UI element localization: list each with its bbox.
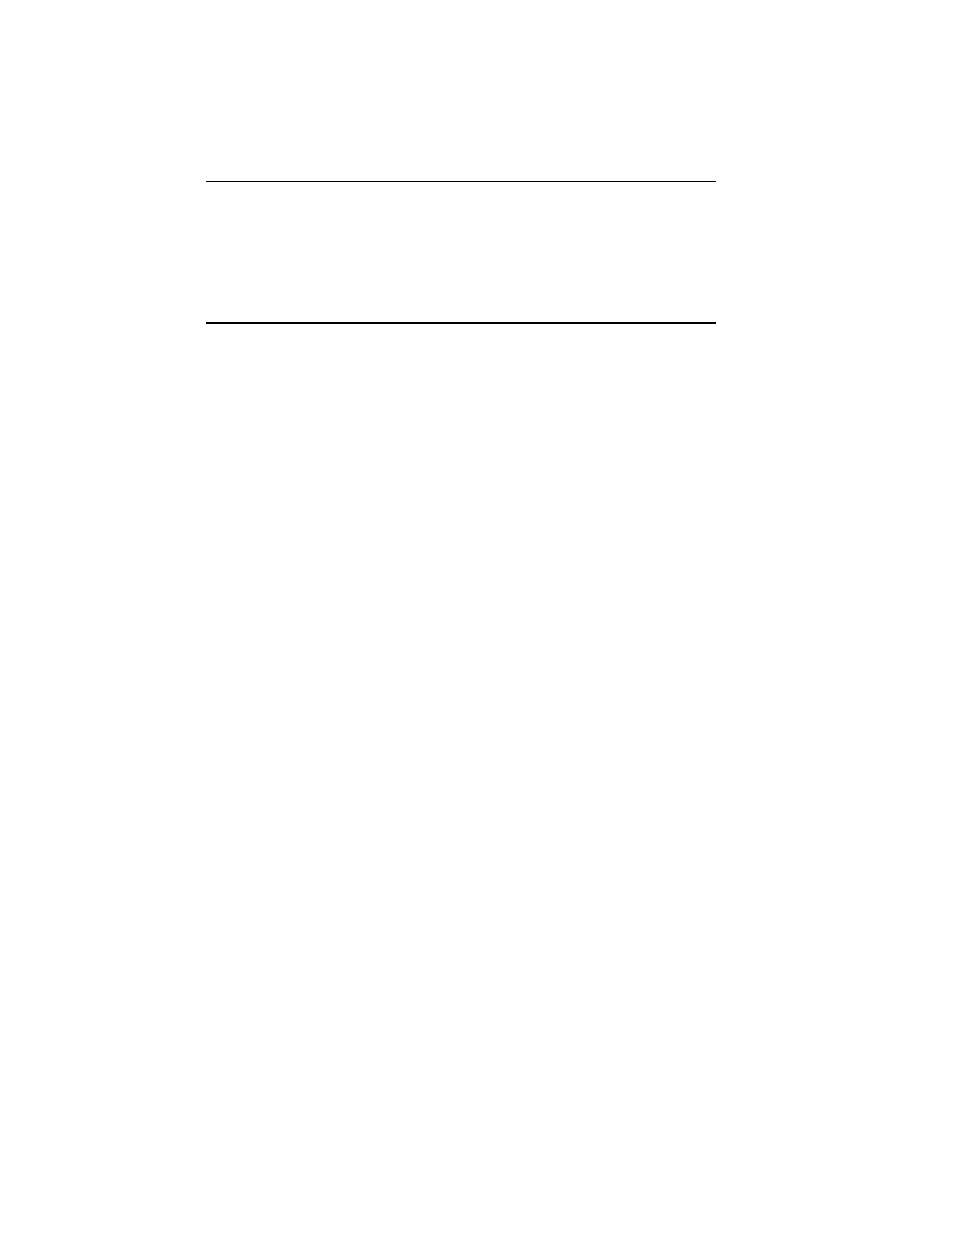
document-page (0, 0, 954, 1235)
horizontal-rule-top (206, 181, 716, 182)
horizontal-rule-bottom (206, 322, 716, 324)
